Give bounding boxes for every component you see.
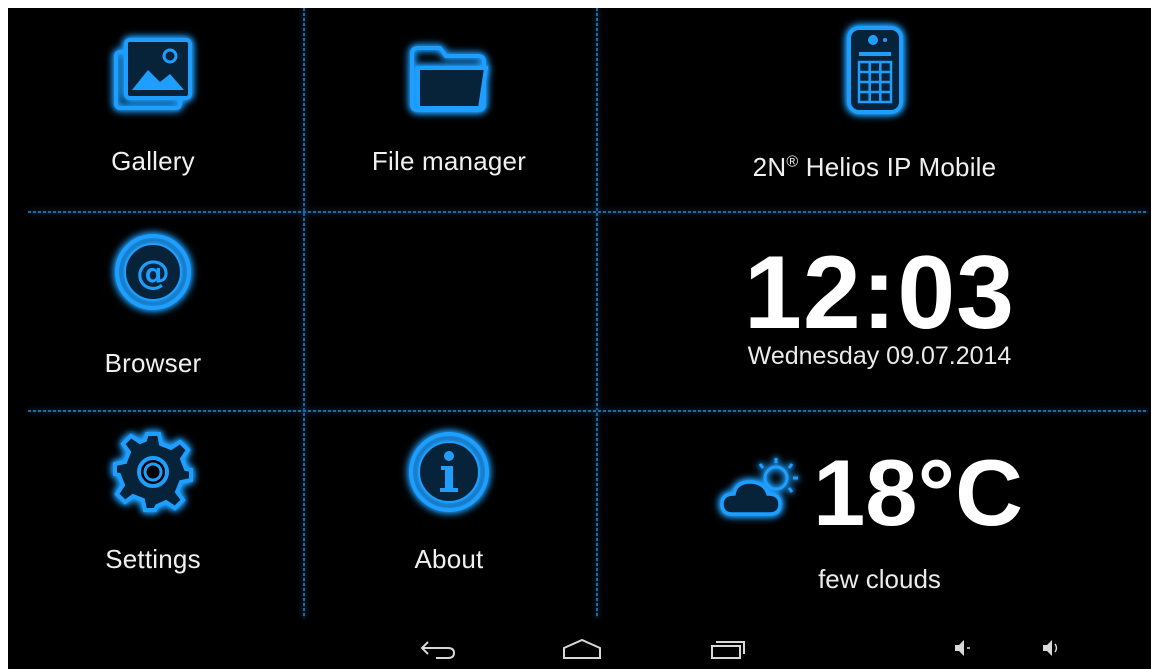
at-sign-icon: @ [111, 230, 195, 314]
recent-apps-icon[interactable] [706, 636, 748, 667]
about-label: About [414, 544, 484, 574]
gallery-tile[interactable]: Gallery [8, 32, 298, 177]
settings-label: Settings [105, 544, 201, 574]
volume-down-icon[interactable] [952, 636, 972, 665]
info-icon [407, 430, 491, 514]
divider-horizontal-2 [28, 410, 1148, 412]
browser-tile[interactable]: @ Browser [8, 230, 298, 379]
gallery-label: Gallery [111, 146, 195, 176]
divider-horizontal-1 [28, 211, 1148, 213]
file-manager-tile[interactable]: File manager [304, 38, 594, 177]
file-manager-label: File manager [371, 146, 527, 176]
browser-label: Browser [104, 348, 202, 378]
settings-tile[interactable]: Settings [8, 430, 298, 575]
empty-cell [306, 214, 594, 408]
volume-up-icon[interactable] [1040, 636, 1062, 665]
partly-cloudy-icon [720, 454, 806, 527]
folder-icon [404, 38, 494, 116]
about-tile[interactable]: About [304, 430, 594, 575]
home-screen: Gallery File manager 2N® Helios IP Mobil… [8, 8, 1151, 669]
clock-date: Wednesday 09.07.2014 [747, 342, 1012, 370]
helios-label: 2N® Helios IP Mobile [752, 152, 997, 182]
gear-icon [111, 430, 195, 514]
intercom-icon [843, 24, 907, 116]
helios-tile[interactable]: 2N® Helios IP Mobile [598, 24, 1151, 183]
navigation-bar [8, 628, 1151, 669]
clock-time: 12:03 [744, 235, 1015, 351]
gallery-icon [108, 32, 198, 116]
back-icon[interactable] [418, 636, 458, 667]
home-icon[interactable] [560, 636, 604, 667]
weather-temperature: 18°C [813, 440, 1024, 545]
svg-text:@: @ [136, 253, 170, 293]
weather-description: few clouds [818, 564, 941, 594]
